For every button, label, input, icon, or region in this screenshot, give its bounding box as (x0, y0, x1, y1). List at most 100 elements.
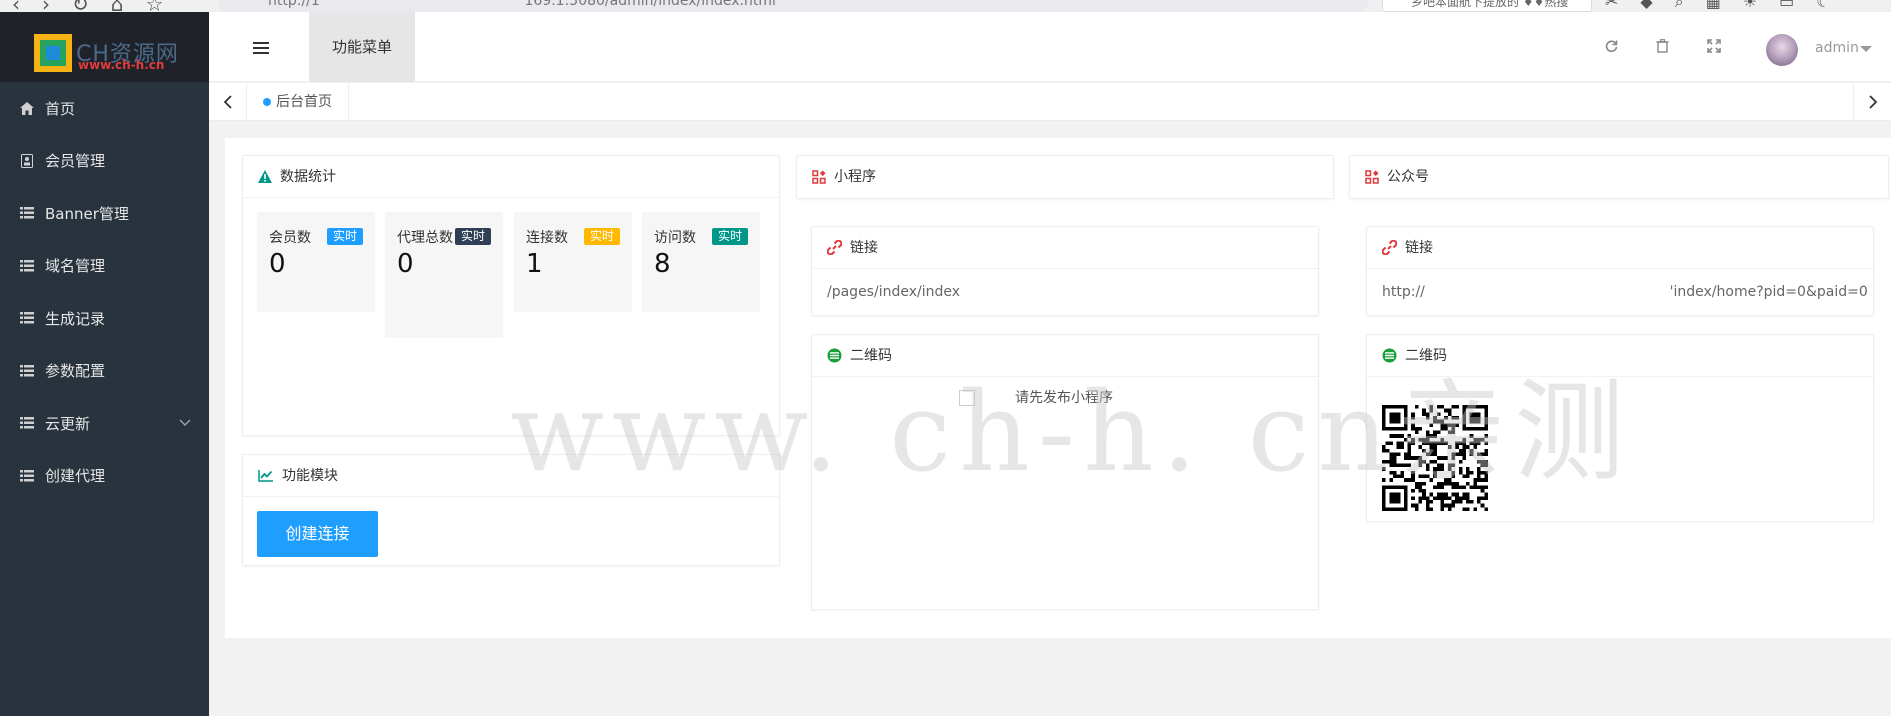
status-badge: 实时 (711, 228, 748, 245)
logo[interactable]: CH资源网 www.ch-h.cn (0, 12, 209, 82)
miniprogram-qr-placeholder: 请先发布小程序 (959, 387, 1113, 407)
stat-label: 代理总数 (397, 230, 453, 246)
extension-icon[interactable]: ◆ (1640, 0, 1652, 12)
browser-extensions: ✂ ◆ ⌕ ▦ ☀ ▭ ☾ (1605, 0, 1831, 12)
trash-icon[interactable] (1656, 38, 1669, 57)
caret-down-icon[interactable] (1860, 46, 1872, 52)
official-link-value: http:// 'index/home?pid=0&paid=0 (1382, 284, 1868, 300)
sidebar-item-label: 参数配置 (45, 362, 106, 381)
sidebar-item-members[interactable]: 会员管理 (0, 135, 209, 188)
stat-value: 8 (654, 249, 671, 279)
official-link-header: 链接 (1367, 227, 1873, 269)
stats-card-title: 数据统计 (280, 168, 336, 185)
stats-card: 数据统计 会员数 0 实时 代理总数 0 实时 连接数 1 实时 访问数 8 实… (242, 155, 780, 436)
browser-search[interactable]: 乡吧本面航下提放的 ♦♦热搜 (1382, 0, 1592, 12)
sidebar-item-records[interactable]: 生成记录 (0, 292, 209, 345)
list-icon (20, 364, 34, 377)
sidebar-item-label: 生成记录 (45, 309, 106, 328)
broken-image-icon (959, 390, 975, 406)
official-link-title: 链接 (1405, 239, 1433, 256)
app-grid-icon (812, 170, 826, 184)
list-icon (20, 207, 34, 219)
refresh-icon[interactable] (1604, 38, 1618, 57)
official-header-card: 公众号 (1349, 155, 1889, 199)
miniprogram-link-header: 链接 (812, 227, 1318, 269)
sidebar-item-domains[interactable]: 域名管理 (0, 240, 209, 293)
tab-home[interactable]: 后台首页 (247, 83, 349, 121)
stat-members: 会员数 0 实时 (257, 212, 375, 312)
sidebar-item-cloud-update[interactable]: 云更新 (0, 397, 209, 450)
active-dot-icon (263, 98, 271, 106)
wallet-icon[interactable]: ▭ (1779, 0, 1794, 12)
scissors-icon[interactable]: ✂ (1605, 0, 1618, 12)
official-title: 公众号 (1387, 169, 1429, 185)
miniprogram-link-title: 链接 (850, 239, 878, 256)
menu-toggle-icon[interactable] (253, 42, 269, 57)
avatar[interactable] (1766, 34, 1798, 66)
line-chart-icon (258, 469, 274, 482)
app-grid-icon (1365, 170, 1379, 184)
miniprogram-qr-card: 二维码 请先发布小程序 (811, 334, 1319, 610)
modules-card-title: 功能模块 (282, 467, 338, 484)
sidebar-item-banner[interactable]: Banner管理 (0, 187, 209, 240)
tab-scroll-right-icon[interactable] (1853, 83, 1891, 121)
stat-agents: 代理总数 0 实时 (385, 212, 503, 338)
qrcode-circle-icon (827, 348, 842, 363)
list-icon (20, 259, 34, 272)
create-connection-button[interactable]: 创建连接 (257, 511, 378, 557)
sidebar-item-config[interactable]: 参数配置 (0, 345, 209, 398)
stats-card-header: 数据统计 (243, 156, 779, 198)
miniprogram-title: 小程序 (834, 169, 876, 185)
modules-card-header: 功能模块 (243, 455, 779, 497)
home-icon (20, 101, 34, 115)
stat-connections: 连接数 1 实时 (514, 212, 632, 312)
link-icon (1382, 240, 1397, 255)
moon-icon[interactable]: ☾ (1816, 0, 1830, 12)
tab-scroll-left-icon[interactable] (209, 83, 247, 121)
browser-nav: ‹ › ↻ ⌂ ☆ (12, 0, 163, 12)
stat-visits: 访问数 8 实时 (642, 212, 760, 312)
miniprogram-header: 小程序 (797, 156, 1333, 198)
logo-mark-icon (34, 34, 72, 72)
qr-alt-text: 请先发布小程序 (1015, 390, 1113, 406)
magnifier-icon[interactable]: ⌕ (1675, 0, 1684, 12)
status-badge: 实时 (454, 228, 491, 245)
miniprogram-header-card: 小程序 (796, 155, 1334, 199)
warning-icon (258, 170, 272, 183)
header-tools (1604, 38, 1721, 57)
sidebar-item-create-agent[interactable]: 创建代理 (0, 450, 209, 503)
sidebar-item-label: 会员管理 (45, 152, 106, 171)
official-qr-header: 二维码 (1367, 335, 1873, 377)
status-badge: 实时 (326, 228, 363, 245)
fullscreen-icon[interactable] (1707, 38, 1721, 57)
page-tabs: 后台首页 (209, 83, 1891, 121)
grid-icon[interactable]: ▦ (1706, 0, 1721, 12)
link-icon (827, 240, 842, 255)
list-icon (20, 469, 34, 482)
sidebar-item-home[interactable]: 首页 (0, 82, 209, 135)
sidebar: CH资源网 www.ch-h.cn 首页 会员管理 Banner管理 域名管理 (0, 12, 209, 716)
stat-value: 0 (269, 249, 286, 279)
qrcode-circle-icon (1382, 348, 1397, 363)
star-icon[interactable]: ☆ (145, 0, 163, 12)
list-icon (20, 312, 34, 324)
user-name[interactable]: admin (1815, 40, 1859, 56)
miniprogram-link-card: 链接 /pages/index/index (811, 226, 1319, 316)
home-icon[interactable]: ⌂ (111, 0, 124, 12)
back-icon[interactable]: ‹ (12, 0, 20, 12)
qrcode-image (1382, 405, 1488, 511)
chevron-down-icon (179, 416, 191, 430)
official-link-card: 链接 http:// 'index/home?pid=0&paid=0 (1366, 226, 1874, 316)
sidebar-item-label: Banner管理 (45, 204, 129, 223)
member-icon (20, 153, 34, 168)
miniprogram-link-value: /pages/index/index (827, 284, 961, 300)
official-qr-title: 二维码 (1405, 347, 1447, 364)
forward-icon[interactable]: › (42, 0, 50, 12)
list-icon (20, 417, 34, 429)
top-header: 功能菜单 admin (209, 12, 1891, 82)
sun-icon[interactable]: ☀ (1743, 0, 1757, 12)
func-menu-tab[interactable]: 功能菜单 (309, 12, 415, 82)
reload-icon[interactable]: ↻ (72, 0, 89, 12)
address-bar[interactable]: http://1 169.1:5080/admin/index/index.ht… (218, 0, 1368, 12)
official-header: 公众号 (1350, 156, 1888, 198)
